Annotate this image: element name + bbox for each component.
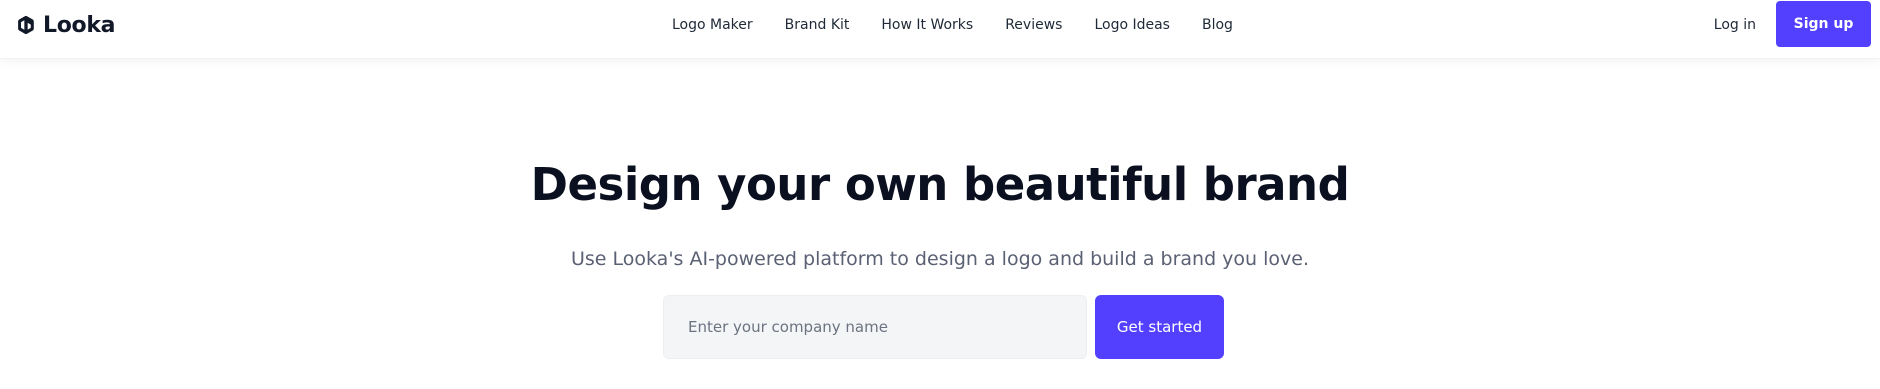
company-name-input[interactable] bbox=[663, 295, 1087, 359]
nav-logo-maker[interactable]: Logo Maker bbox=[672, 17, 753, 33]
company-form: Get started bbox=[663, 295, 1224, 359]
brand-name: Looka bbox=[43, 12, 116, 38]
nav-brand-kit[interactable]: Brand Kit bbox=[785, 17, 850, 33]
hero-title: Design your own beautiful brand bbox=[530, 158, 1350, 212]
looka-logo-link[interactable]: Looka bbox=[15, 11, 116, 39]
signup-button[interactable]: Sign up bbox=[1776, 1, 1871, 47]
nav-blog[interactable]: Blog bbox=[1202, 17, 1233, 33]
main-nav: Logo Maker Brand Kit How It Works Review… bbox=[672, 0, 1233, 50]
page: Looka Logo Maker Brand Kit How It Works … bbox=[0, 0, 1880, 389]
nav-reviews[interactable]: Reviews bbox=[1005, 17, 1062, 33]
nav-how-it-works[interactable]: How It Works bbox=[881, 17, 973, 33]
site-header: Looka Logo Maker Brand Kit How It Works … bbox=[0, 0, 1880, 59]
login-link[interactable]: Log in bbox=[1714, 0, 1756, 50]
get-started-button[interactable]: Get started bbox=[1095, 295, 1224, 359]
nav-logo-ideas[interactable]: Logo Ideas bbox=[1094, 17, 1170, 33]
looka-logo-icon bbox=[18, 15, 34, 35]
hero-subtitle: Use Looka's AI-powered platform to desig… bbox=[570, 248, 1310, 270]
